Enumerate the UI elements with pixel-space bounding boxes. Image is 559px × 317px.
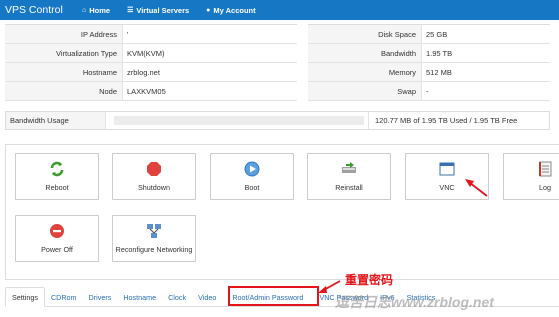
annotation-arrows	[318, 179, 488, 293]
page: VPS Control ⌂ Home ☰ Virtual Servers ● M…	[0, 0, 559, 317]
annotation-label: 重置密码	[345, 273, 394, 287]
watermark-text: 逗苦日志www.zrblog.net	[335, 294, 494, 310]
